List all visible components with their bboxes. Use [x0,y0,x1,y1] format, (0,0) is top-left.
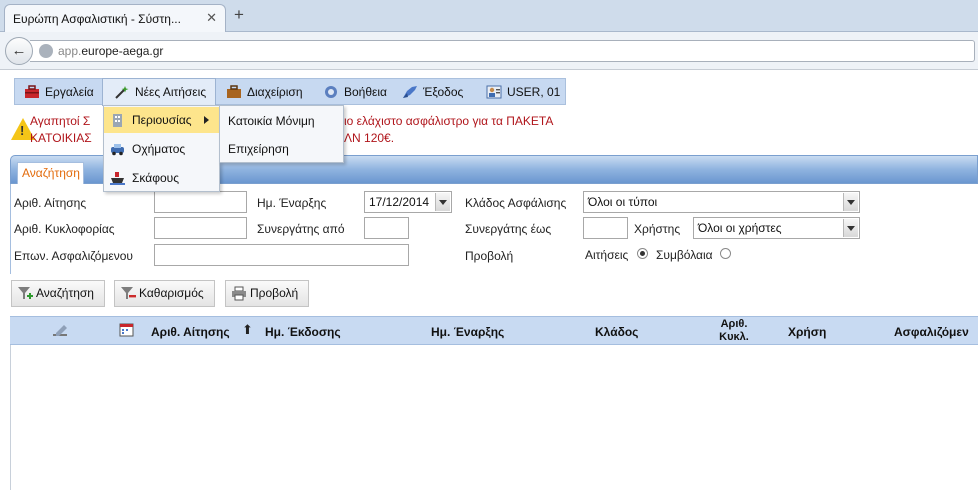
branch-label: Κλάδος Ασφάλισης [465,196,567,210]
dropdown-item-property[interactable]: Περιουσίας [104,107,219,133]
col-issue-date[interactable]: Ημ. Έκδοσης [265,325,341,339]
chevron-down-icon [843,219,858,237]
submenu-item-permanent-residence[interactable]: Κατοικία Μόνιμη [220,107,343,135]
user-value: Όλοι οι χρήστες [698,221,782,235]
warning-text-left: Αγαπητοί Σ ΚΑΤΟΙΚΙΑΣ [30,114,92,145]
magic-wand-icon [115,86,129,99]
results-grid-body [10,345,978,490]
col-insured[interactable]: Ασφαλιζόμεν [894,325,969,339]
pencil-icon [53,325,67,336]
plate-input[interactable] [154,217,247,239]
new-tab-icon[interactable]: + [234,5,244,25]
insured-name-input[interactable] [154,244,409,266]
globe-icon [39,44,53,58]
calendar-icon [119,323,134,337]
col-branch[interactable]: Κλάδος [595,325,638,339]
dropdown-item-vehicle[interactable]: Οχήματος [104,136,219,162]
app-number-input[interactable] [154,191,247,213]
building-icon [113,114,122,127]
view-label: Προβολή [465,249,514,263]
view-button[interactable]: Προβολή [225,280,309,307]
col-plate-2[interactable]: Κυκλ. [715,331,753,343]
warning-text-right: ιο ελάχιστο ασφάλιστρο για τα ΠΑΚΕΤΑ ΛΝ … [344,114,554,145]
menu-new-applications[interactable]: Νέες Αιτήσεις [102,78,216,106]
printer-icon [232,286,246,301]
browser-tab[interactable]: Ευρώπη Ασφαλιστική - Σύστη... ✕ [4,4,226,32]
boat-icon [110,172,125,185]
menu-help[interactable]: Βοήθεια [323,79,387,105]
user-select[interactable]: Όλοι οι χρήστες [693,217,860,239]
radio-contracts[interactable] [720,248,731,259]
clear-button[interactable]: Καθαρισμός [114,280,215,307]
partner-to-input[interactable] [583,217,628,239]
partner-from-input[interactable] [364,217,409,239]
user-badge-icon [486,85,502,99]
back-button[interactable]: ← [5,37,33,65]
browser-nav-bar: app.europe-aega.gr ← [0,32,978,70]
col-usage[interactable]: Χρήση [788,325,826,339]
radio-applications[interactable] [637,248,648,259]
tab-search[interactable]: Αναζήτηση [17,162,84,184]
search-button[interactable]: Αναζήτηση [11,280,105,307]
branch-select[interactable]: Όλοι οι τύποι [583,191,860,213]
menu-user[interactable]: USER, 01 [486,79,560,105]
chevron-down-icon[interactable] [435,193,450,211]
menu-tools[interactable]: Εργαλεία [24,79,94,105]
results-grid-header: Αριθ. Αίτησης ⬆ Ημ. Έκδοσης Ημ. Έναρξης … [10,316,978,345]
dropdown-item-boat[interactable]: Σκάφους [104,165,219,191]
app-menu-bar: Εργαλεία Νέες Αιτήσεις Διαχείριση Βοήθει… [14,78,566,106]
chevron-right-icon [204,116,209,124]
browser-tab-bar: Ευρώπη Ασφαλιστική - Σύστη... ✕ + [0,0,978,32]
browser-tab-title: Ευρώπη Ασφαλιστική - Σύστη... [13,12,181,26]
help-icon [325,86,337,98]
url-text: app.europe-aega.gr [58,44,164,58]
funnel-remove-icon [121,287,136,299]
partner-from-label: Συνεργάτης από [257,222,345,236]
insured-name-label: Επων. Ασφαλιζόμενου [14,249,133,263]
briefcase-icon [227,85,241,98]
property-submenu: Κατοικία Μόνιμη Επιχείρηση [219,105,344,163]
partner-to-label: Συνεργάτης έως [465,222,552,236]
col-plate-1[interactable]: Αριθ. [715,318,753,330]
radio-applications-label: Αιτήσεις [585,248,629,262]
start-date-label: Ημ. Έναρξης [257,196,327,210]
menu-management[interactable]: Διαχείριση [226,79,303,105]
exit-icon [403,86,417,98]
car-icon [111,144,124,156]
arrow-left-icon: ← [11,42,27,59]
new-applications-dropdown: Περιουσίας Οχήματος Σκάφους [103,105,220,192]
start-date-input[interactable]: 17/12/2014 [364,191,452,213]
col-start-date[interactable]: Ημ. Έναρξης [431,325,504,339]
sort-up-icon[interactable]: ⬆ [242,322,253,338]
submenu-item-business[interactable]: Επιχείρηση [220,135,343,163]
start-date-value: 17/12/2014 [369,195,430,209]
chevron-down-icon [843,193,858,211]
url-bar[interactable]: app.europe-aega.gr [30,40,975,62]
funnel-add-icon [18,287,33,299]
plate-label: Αριθ. Κυκλοφορίας [14,222,115,236]
menu-exit[interactable]: Έξοδος [402,79,463,105]
radio-contracts-label: Συμβόλαια [656,248,713,262]
user-label: Χρήστης [634,222,681,236]
close-icon[interactable]: ✕ [206,10,217,26]
col-app-number[interactable]: Αριθ. Αίτησης [151,325,230,339]
toolbox-icon [25,85,39,98]
branch-value: Όλοι οι τύποι [588,195,658,209]
app-number-label: Αριθ. Αίτησης [14,196,87,210]
